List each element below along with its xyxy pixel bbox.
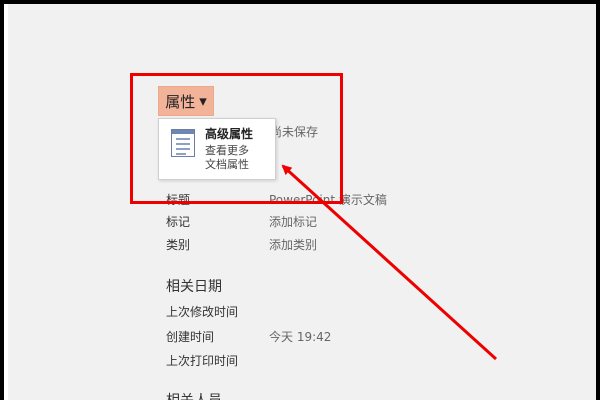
field-label-tags: 标记 [166,215,191,229]
unsaved-status-value: 尚未保存 [270,125,319,139]
date-value-created: 今天 19:42 [269,330,332,344]
field-value-category[interactable]: 添加类别 [269,236,317,253]
advanced-properties-description: 查看更多 文档属性 [205,144,249,172]
field-label-title: 标题 [166,193,191,207]
properties-button-label: 属性 [165,92,196,111]
date-label-last-modified: 上次修改时间 [166,305,239,319]
advanced-properties-description-line: 文档属性 [205,158,249,171]
backstage-info-panel: 尚未保存 属性 ▾ 高级属性 查看更多 文档属性 标题 PowerPoint 演… [8,4,596,400]
related-people-heading: 相关人员 [166,390,222,400]
field-label-category: 类别 [166,238,191,252]
properties-dropdown-button[interactable]: 属性 ▾ [158,86,214,116]
advanced-properties-title: 高级属性 [205,127,254,141]
related-dates-heading: 相关日期 [166,279,222,295]
screenshot-frame: 尚未保存 属性 ▾ 高级属性 查看更多 文档属性 标题 PowerPoint 演… [0,0,600,400]
advanced-properties-description-line: 查看更多 [205,144,249,157]
field-value-title[interactable]: PowerPoint 演示文稿 [269,191,387,208]
field-value-tags[interactable]: 添加标记 [269,213,317,230]
chevron-down-icon: ▾ [199,92,207,110]
date-label-created: 创建时间 [166,330,215,344]
date-label-last-printed: 上次打印时间 [166,354,239,368]
document-properties-icon [171,129,195,157]
advanced-properties-menu-item[interactable]: 高级属性 查看更多 文档属性 [159,119,275,179]
properties-dropdown-menu: 高级属性 查看更多 文档属性 [158,118,276,180]
